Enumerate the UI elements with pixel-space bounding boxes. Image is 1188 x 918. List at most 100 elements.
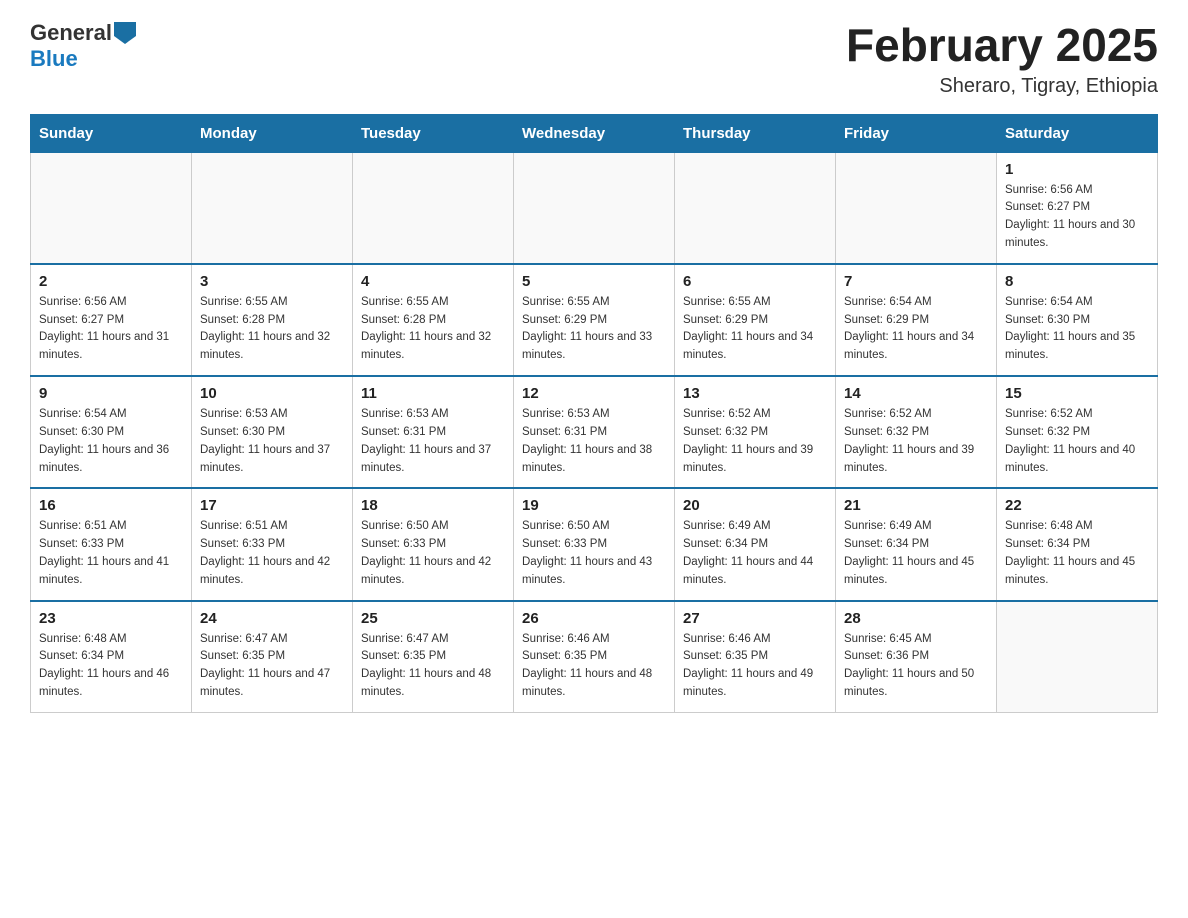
day-info: Sunrise: 6:50 AMSunset: 6:33 PMDaylight:… bbox=[361, 518, 505, 589]
day-number: 9 bbox=[39, 385, 183, 402]
header-sunday: Sunday bbox=[31, 114, 192, 152]
day-number: 24 bbox=[200, 610, 344, 627]
day-info: Sunrise: 6:48 AMSunset: 6:34 PMDaylight:… bbox=[39, 631, 183, 702]
day-info: Sunrise: 6:52 AMSunset: 6:32 PMDaylight:… bbox=[683, 406, 827, 477]
day-number: 28 bbox=[844, 610, 988, 627]
calendar-cell: 28 Sunrise: 6:45 AMSunset: 6:36 PMDayligh… bbox=[836, 601, 997, 713]
weekday-header-row: Sunday Monday Tuesday Wednesday Thursday… bbox=[31, 114, 1158, 152]
header-saturday: Saturday bbox=[997, 114, 1158, 152]
calendar-cell: 12 Sunrise: 6:53 AMSunset: 6:31 PMDayligh… bbox=[514, 376, 675, 488]
day-info: Sunrise: 6:46 AMSunset: 6:35 PMDaylight:… bbox=[522, 631, 666, 702]
day-info: Sunrise: 6:53 AMSunset: 6:30 PMDaylight:… bbox=[200, 406, 344, 477]
day-info: Sunrise: 6:45 AMSunset: 6:36 PMDaylight:… bbox=[844, 631, 988, 702]
day-number: 26 bbox=[522, 610, 666, 627]
logo-general-text: General bbox=[30, 20, 112, 46]
calendar-cell: 27 Sunrise: 6:46 AMSunset: 6:35 PMDayligh… bbox=[675, 601, 836, 713]
calendar-cell: 13 Sunrise: 6:52 AMSunset: 6:32 PMDayligh… bbox=[675, 376, 836, 488]
calendar-cell: 5 Sunrise: 6:55 AMSunset: 6:29 PMDaylight… bbox=[514, 264, 675, 376]
day-number: 20 bbox=[683, 497, 827, 514]
month-title: February 2025 bbox=[846, 20, 1158, 71]
title-area: February 2025 Sheraro, Tigray, Ethiopia bbox=[846, 20, 1158, 98]
day-number: 1 bbox=[1005, 161, 1149, 178]
day-info: Sunrise: 6:53 AMSunset: 6:31 PMDaylight:… bbox=[522, 406, 666, 477]
calendar-cell: 22Sunrise: 6:48 AMSunset: 6:34 PMDayligh… bbox=[997, 488, 1158, 600]
calendar-cell: 4 Sunrise: 6:55 AMSunset: 6:28 PMDaylight… bbox=[353, 264, 514, 376]
day-number: 8 bbox=[1005, 273, 1149, 290]
week-row-2: 9 Sunrise: 6:54 AMSunset: 6:30 PMDaylight… bbox=[31, 376, 1158, 488]
week-row-3: 16 Sunrise: 6:51 AMSunset: 6:33 PMDayligh… bbox=[31, 488, 1158, 600]
logo-blue-text: Blue bbox=[30, 46, 78, 72]
day-info: Sunrise: 6:51 AMSunset: 6:33 PMDaylight:… bbox=[39, 518, 183, 589]
day-info: Sunrise: 6:52 AMSunset: 6:32 PMDaylight:… bbox=[844, 406, 988, 477]
page-header: General Blue February 2025 Sheraro, Tigr… bbox=[30, 20, 1158, 98]
calendar-cell: 23 Sunrise: 6:48 AMSunset: 6:34 PMDayligh… bbox=[31, 601, 192, 713]
calendar-cell bbox=[31, 152, 192, 264]
day-info: Sunrise: 6:55 AMSunset: 6:29 PMDaylight:… bbox=[522, 294, 666, 365]
location-subtitle: Sheraro, Tigray, Ethiopia bbox=[846, 75, 1158, 98]
calendar-cell: 3Sunrise: 6:55 AMSunset: 6:28 PMDaylight… bbox=[192, 264, 353, 376]
day-info: Sunrise: 6:56 AMSunset: 6:27 PMDaylight:… bbox=[1005, 182, 1149, 253]
calendar-cell: 19 Sunrise: 6:50 AMSunset: 6:33 PMDayligh… bbox=[514, 488, 675, 600]
week-row-4: 23 Sunrise: 6:48 AMSunset: 6:34 PMDayligh… bbox=[31, 601, 1158, 713]
calendar-table: Sunday Monday Tuesday Wednesday Thursday… bbox=[30, 114, 1158, 713]
calendar-cell: 20 Sunrise: 6:49 AMSunset: 6:34 PMDayligh… bbox=[675, 488, 836, 600]
day-number: 10 bbox=[200, 385, 344, 402]
calendar-cell: 1 Sunrise: 6:56 AMSunset: 6:27 PMDaylight… bbox=[997, 152, 1158, 264]
calendar-cell: 17 Sunrise: 6:51 AMSunset: 6:33 PMDayligh… bbox=[192, 488, 353, 600]
calendar-cell bbox=[997, 601, 1158, 713]
day-number: 15 bbox=[1005, 385, 1149, 402]
day-info: Sunrise: 6:55 AMSunset: 6:29 PMDaylight:… bbox=[683, 294, 827, 365]
calendar-cell: 11Sunrise: 6:53 AMSunset: 6:31 PMDayligh… bbox=[353, 376, 514, 488]
day-number: 13 bbox=[683, 385, 827, 402]
calendar-cell: 16 Sunrise: 6:51 AMSunset: 6:33 PMDayligh… bbox=[31, 488, 192, 600]
day-number: 23 bbox=[39, 610, 183, 627]
day-number: 4 bbox=[361, 273, 505, 290]
calendar-cell: 8 Sunrise: 6:54 AMSunset: 6:30 PMDaylight… bbox=[997, 264, 1158, 376]
day-info: Sunrise: 6:47 AMSunset: 6:35 PMDaylight:… bbox=[200, 631, 344, 702]
day-info: Sunrise: 6:49 AMSunset: 6:34 PMDaylight:… bbox=[844, 518, 988, 589]
day-number: 22 bbox=[1005, 497, 1149, 514]
day-number: 21 bbox=[844, 497, 988, 514]
calendar-cell bbox=[675, 152, 836, 264]
day-number: 2 bbox=[39, 273, 183, 290]
day-info: Sunrise: 6:51 AMSunset: 6:33 PMDaylight:… bbox=[200, 518, 344, 589]
day-number: 12 bbox=[522, 385, 666, 402]
calendar-cell: 25Sunrise: 6:47 AMSunset: 6:35 PMDayligh… bbox=[353, 601, 514, 713]
day-number: 5 bbox=[522, 273, 666, 290]
day-info: Sunrise: 6:52 AMSunset: 6:32 PMDaylight:… bbox=[1005, 406, 1149, 477]
week-row-0: 1 Sunrise: 6:56 AMSunset: 6:27 PMDaylight… bbox=[31, 152, 1158, 264]
day-number: 6 bbox=[683, 273, 827, 290]
calendar-cell: 6 Sunrise: 6:55 AMSunset: 6:29 PMDaylight… bbox=[675, 264, 836, 376]
calendar-cell: 26 Sunrise: 6:46 AMSunset: 6:35 PMDayligh… bbox=[514, 601, 675, 713]
calendar-cell bbox=[192, 152, 353, 264]
header-friday: Friday bbox=[836, 114, 997, 152]
day-info: Sunrise: 6:46 AMSunset: 6:35 PMDaylight:… bbox=[683, 631, 827, 702]
day-number: 17 bbox=[200, 497, 344, 514]
day-info: Sunrise: 6:54 AMSunset: 6:29 PMDaylight:… bbox=[844, 294, 988, 365]
day-info: Sunrise: 6:55 AMSunset: 6:28 PMDaylight:… bbox=[361, 294, 505, 365]
day-info: Sunrise: 6:49 AMSunset: 6:34 PMDaylight:… bbox=[683, 518, 827, 589]
logo-icon bbox=[114, 22, 136, 44]
header-thursday: Thursday bbox=[675, 114, 836, 152]
day-number: 19 bbox=[522, 497, 666, 514]
header-wednesday: Wednesday bbox=[514, 114, 675, 152]
day-number: 27 bbox=[683, 610, 827, 627]
calendar-cell: 18 Sunrise: 6:50 AMSunset: 6:33 PMDayligh… bbox=[353, 488, 514, 600]
day-number: 18 bbox=[361, 497, 505, 514]
calendar-cell: 24 Sunrise: 6:47 AMSunset: 6:35 PMDayligh… bbox=[192, 601, 353, 713]
day-number: 3 bbox=[200, 273, 344, 290]
calendar-cell: 10 Sunrise: 6:53 AMSunset: 6:30 PMDayligh… bbox=[192, 376, 353, 488]
calendar-cell: 15 Sunrise: 6:52 AMSunset: 6:32 PMDayligh… bbox=[997, 376, 1158, 488]
day-info: Sunrise: 6:50 AMSunset: 6:33 PMDaylight:… bbox=[522, 518, 666, 589]
day-number: 14 bbox=[844, 385, 988, 402]
calendar-cell bbox=[514, 152, 675, 264]
logo: General Blue bbox=[30, 20, 136, 72]
header-tuesday: Tuesday bbox=[353, 114, 514, 152]
day-number: 16 bbox=[39, 497, 183, 514]
calendar-cell: 14 Sunrise: 6:52 AMSunset: 6:32 PMDayligh… bbox=[836, 376, 997, 488]
calendar-cell: 21 Sunrise: 6:49 AMSunset: 6:34 PMDayligh… bbox=[836, 488, 997, 600]
calendar-cell bbox=[353, 152, 514, 264]
day-info: Sunrise: 6:54 AMSunset: 6:30 PMDaylight:… bbox=[1005, 294, 1149, 365]
day-info: Sunrise: 6:47 AMSunset: 6:35 PMDaylight:… bbox=[361, 631, 505, 702]
day-info: Sunrise: 6:54 AMSunset: 6:30 PMDaylight:… bbox=[39, 406, 183, 477]
